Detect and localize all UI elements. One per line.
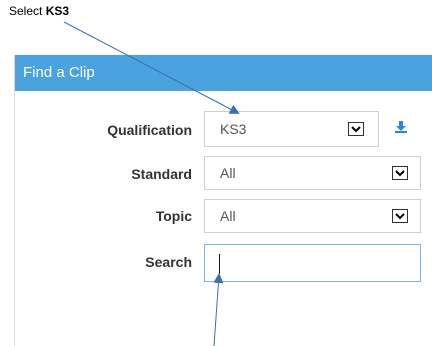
annotation-arrows: [63, 21, 240, 346]
arrow-to-search: [213, 273, 224, 346]
arrow-to-qualification: [63, 21, 240, 114]
